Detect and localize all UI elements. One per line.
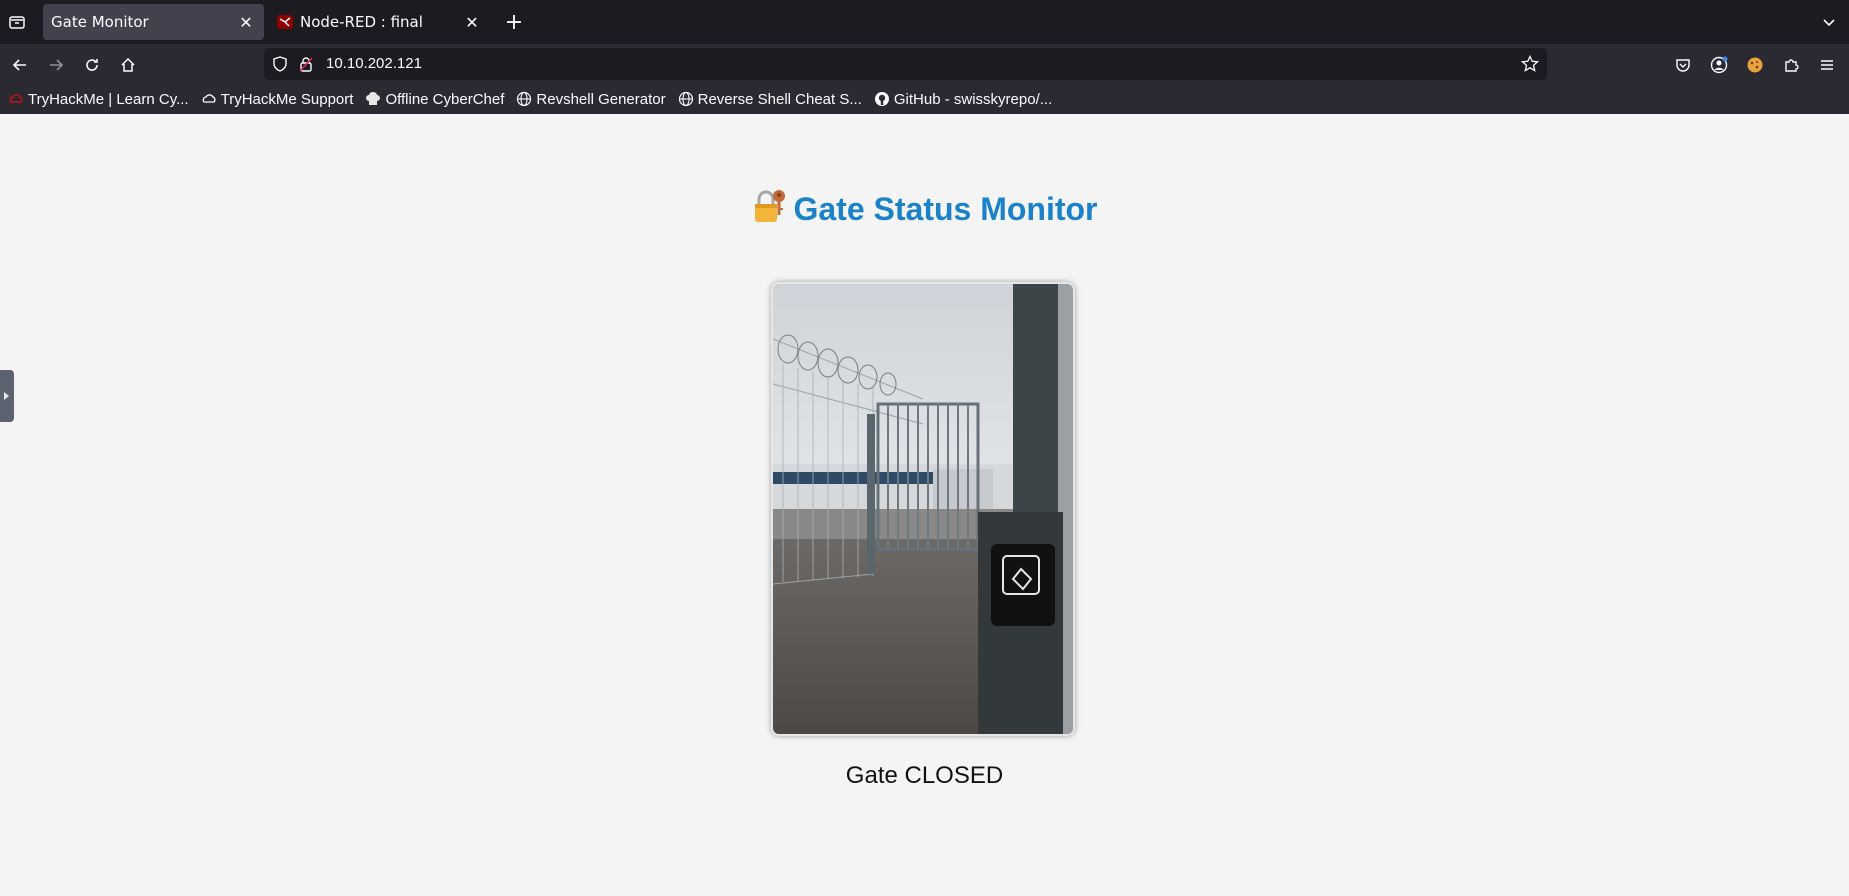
bookmark-label: TryHackMe Support (220, 90, 354, 108)
arrow-left-icon (12, 59, 26, 71)
extensions-button[interactable] (1777, 51, 1805, 79)
gate-photo-illustration (773, 284, 1073, 734)
node-red-icon (277, 15, 293, 29)
globe-icon (678, 91, 694, 107)
bookmark-github-swisskyrepo[interactable]: GitHub - swisskyrepo/... (874, 91, 1052, 108)
tab-list-icon (9, 16, 25, 29)
star-icon[interactable] (1521, 55, 1539, 73)
tab-title: Node-RED : final (300, 13, 423, 31)
arrow-right-icon (50, 59, 64, 71)
bookmark-label: GitHub - swisskyrepo/... (893, 90, 1053, 108)
gate-photo (771, 282, 1075, 736)
play-icon (4, 392, 9, 400)
tab-node-red[interactable]: Node-RED : final ✕ (268, 4, 490, 40)
forward-button[interactable] (42, 51, 70, 79)
tab-title: Gate Monitor (51, 13, 149, 31)
close-icon[interactable]: ✕ (236, 13, 256, 32)
bookmark-label: TryHackMe | Learn Cy... (28, 90, 189, 108)
tryhackme-icon (8, 91, 24, 107)
reload-button[interactable] (78, 51, 106, 79)
hamburger-icon (1821, 60, 1833, 70)
gate-status-text: Gate CLOSED (845, 762, 1004, 789)
shield-icon[interactable] (272, 56, 288, 72)
home-icon (121, 57, 135, 72)
pocket-button[interactable] (1669, 51, 1697, 79)
cookie-icon (1747, 57, 1763, 73)
insecure-lock-icon[interactable] (298, 56, 314, 72)
bookmark-tryhackme[interactable]: TryHackMe | Learn Cy... (8, 91, 189, 108)
bookmarks-toolbar: TryHackMe | Learn Cy... TryHackMe Suppor… (0, 84, 1849, 114)
close-icon[interactable]: ✕ (462, 13, 482, 32)
pocket-icon (1676, 59, 1690, 72)
bookmark-revshell-generator[interactable]: Revshell Generator (516, 90, 666, 108)
new-tab-button[interactable]: + (500, 8, 528, 36)
tab-bar: Gate Monitor ✕ Node-RED : final ✕ + (0, 0, 1849, 44)
bookmark-label: Offline CyberChef (385, 90, 505, 108)
puzzle-icon (1785, 59, 1799, 72)
menu-button[interactable] (1813, 51, 1841, 79)
account-button[interactable] (1705, 51, 1733, 79)
page-title: Gate Status Monitor (0, 188, 1849, 228)
chef-hat-icon (365, 91, 381, 107)
globe-icon (516, 91, 532, 107)
address-bar[interactable]: 10.10.202.121 (264, 48, 1547, 80)
account-icon (1710, 56, 1728, 74)
github-icon (874, 91, 890, 107)
bookmark-tryhackme-support[interactable]: TryHackMe Support (201, 90, 354, 108)
back-button[interactable] (6, 51, 34, 79)
cloud-icon (201, 91, 217, 107)
bookmark-label: Reverse Shell Cheat S... (697, 90, 862, 108)
tab-gate-monitor[interactable]: Gate Monitor ✕ (43, 4, 264, 40)
lock-with-key-icon (755, 190, 786, 222)
bookmark-offline-cyberchef[interactable]: Offline CyberChef (365, 91, 504, 108)
bookmark-label: Revshell Generator (536, 90, 666, 108)
tab-list-button[interactable] (0, 5, 34, 39)
home-button[interactable] (114, 51, 142, 79)
sidebar-toggle-handle[interactable] (0, 370, 14, 422)
page-title-text: Gate Status Monitor (793, 191, 1098, 227)
reload-icon (86, 59, 98, 71)
navigation-toolbar: 10.10.202.121 (0, 44, 1849, 84)
extension-cookie-button[interactable] (1741, 51, 1769, 79)
bookmark-reverse-shell-cheat-sheet[interactable]: Reverse Shell Cheat S... (678, 91, 862, 108)
url-text: 10.10.202.121 (326, 55, 422, 72)
chevron-down-icon[interactable] (1817, 10, 1841, 34)
